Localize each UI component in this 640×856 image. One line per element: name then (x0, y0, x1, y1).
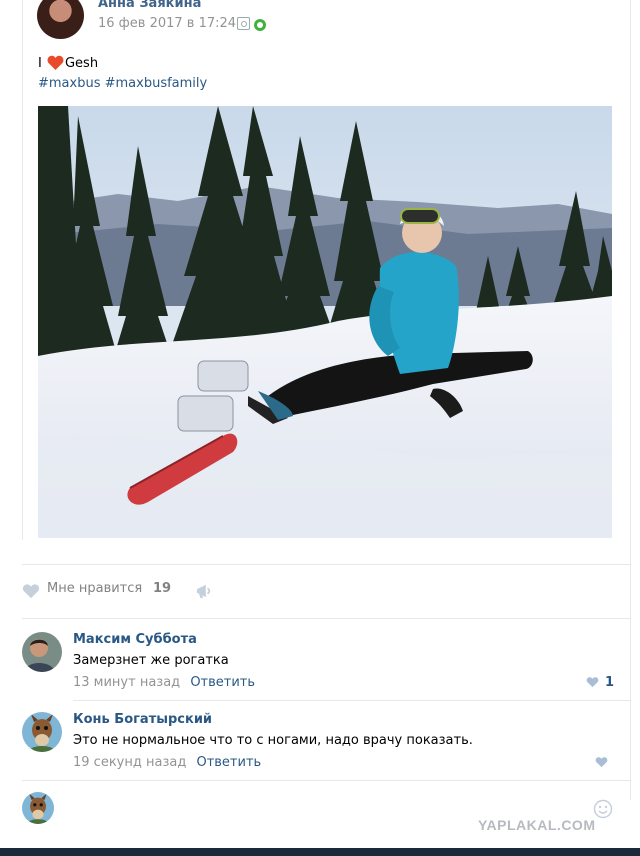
post-text-before: I (38, 56, 42, 71)
comment-text: Замерзнет же рогатка (73, 653, 229, 668)
horse-avatar-image (22, 792, 54, 824)
comment-text: Это не нормальное что то с ногами, надо … (73, 733, 473, 748)
online-status-icon (254, 19, 266, 31)
comment-like-button[interactable] (595, 755, 614, 770)
post-hashtags[interactable]: #maxbus #maxbusfamily (38, 76, 207, 91)
post-divider-right (630, 0, 631, 800)
snowboard-photo (38, 106, 612, 538)
comment-like-count: 1 (604, 675, 614, 690)
share-icon[interactable] (195, 583, 213, 599)
commenter-avatar[interactable] (22, 632, 62, 672)
reply-link[interactable]: Ответить (196, 755, 261, 770)
heart-icon (595, 757, 608, 768)
man-avatar-image (22, 632, 62, 672)
comment-time[interactable]: 19 секунд назад (73, 755, 186, 770)
horse-avatar-image (22, 712, 62, 752)
current-user-avatar[interactable] (22, 792, 54, 824)
comment-meta: 19 секунд назад Ответить (73, 755, 261, 770)
post-text: I Gesh (38, 55, 98, 71)
commenter-avatar[interactable] (22, 712, 62, 752)
post-date[interactable]: 16 фев 2017 в 17:24 (98, 16, 236, 31)
heart-icon[interactable] (22, 583, 40, 599)
divider (22, 564, 630, 565)
author-avatar[interactable] (37, 0, 84, 39)
emoji-picker-icon[interactable] (593, 799, 613, 819)
reply-link[interactable]: Ответить (190, 675, 255, 690)
comment-time[interactable]: 13 минут назад (73, 675, 180, 690)
post-text-after: Gesh (64, 56, 99, 71)
commenter-name[interactable]: Максим Суббота (73, 632, 197, 647)
post-photo[interactable] (38, 106, 612, 538)
comment-like-button[interactable]: 1 (586, 675, 614, 690)
like-button-label[interactable]: Мне нравится (47, 581, 142, 596)
commenter-name[interactable]: Конь Богатырский (73, 712, 212, 727)
divider (22, 780, 630, 781)
post-author-name[interactable]: Анна Заякина (98, 0, 201, 11)
divider (73, 700, 630, 701)
os-taskbar (0, 848, 640, 856)
comment-meta: 13 минут назад Ответить (73, 675, 255, 690)
post-divider-left (22, 0, 23, 540)
like-count[interactable]: 19 (153, 581, 171, 596)
divider (22, 618, 630, 619)
wall-post: Анна Заякина 16 фев 2017 в 17:24 I Gesh … (0, 0, 640, 856)
heart-icon (586, 677, 599, 688)
watermark: YAPLAKAL.COM (478, 817, 596, 833)
heart-emoji-icon (47, 55, 64, 70)
instagram-icon (237, 17, 250, 30)
